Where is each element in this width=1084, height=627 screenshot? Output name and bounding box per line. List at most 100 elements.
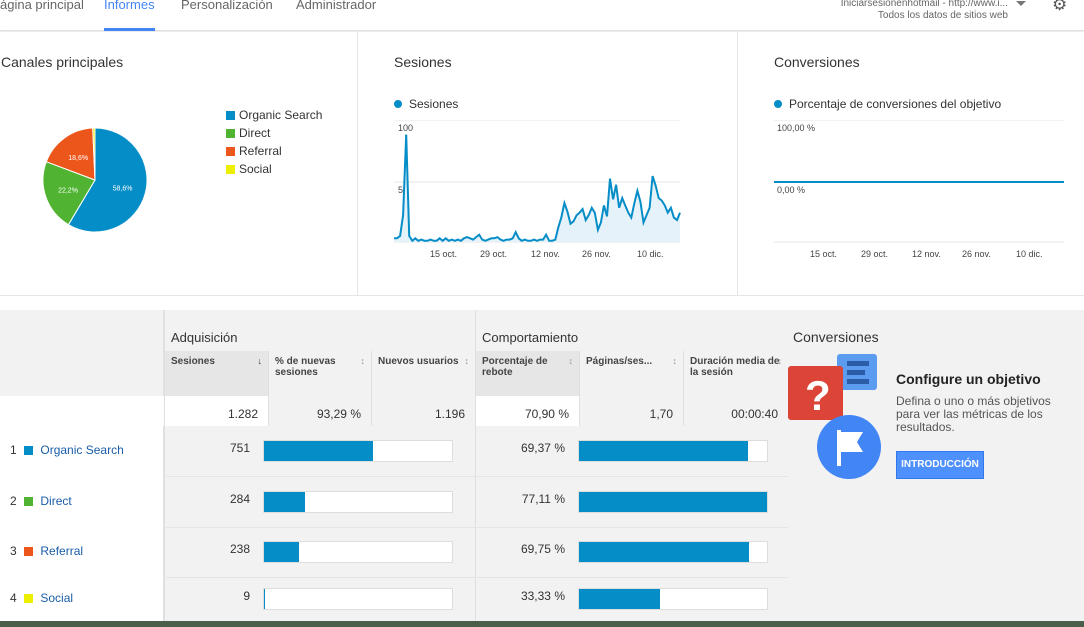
tab-reports[interactable]: Informes [104,0,155,31]
column-label: Páginas/ses... [586,356,653,367]
bounce-value: 69,75 % [520,542,565,556]
caret-down-icon[interactable] [1016,1,1026,6]
group-header-behavior: Comportamiento [475,310,788,351]
bounce-bar [578,541,768,563]
column-header-avg-duration[interactable]: Duración media de la sesión ↕ [683,351,788,396]
bounce-value: 69,37 % [520,441,565,455]
x-tick-label: 26 nov. [582,249,611,259]
sessions-value: 751 [229,441,250,455]
channels-title: Canales principales [1,54,124,70]
account-view: Todos los datos de sitios web [877,10,1008,21]
legend-organic-search[interactable]: Organic Search [226,108,322,122]
conversions-panel-title: Conversiones [793,329,879,345]
sessions-bar [263,588,453,610]
channel-cell: 2 Direct [0,494,164,508]
column-label: Duración media de la sesión [690,356,780,378]
sessions-line-chart [394,120,681,243]
total-new-sessions: 93,29 % [268,396,371,426]
legend-swatch-icon [226,147,235,156]
legend-referral[interactable]: Referral [226,144,282,158]
table-corner [0,310,164,396]
introduction-button[interactable]: INTRODUCCIÓN [896,451,984,479]
channel-color-icon [24,594,34,603]
channel-link[interactable]: Organic Search [40,443,123,457]
sort-icon: ↕ [464,356,470,366]
sessions-bar-fill [264,589,266,609]
legend-label: Sesiones [409,97,459,111]
legend-label: Direct [239,126,271,140]
goal-illustration-icon: ? [788,354,881,479]
column-header-pages-per-session[interactable]: Páginas/ses... ↕ [579,351,683,396]
sessions-card: Sesiones Sesiones 100 50 15 oct. 29 oct.… [358,32,737,296]
svg-text:?: ? [805,372,831,419]
x-tick-label: 29 oct. [480,249,508,259]
sort-icon: ↕ [360,356,366,366]
sessions-bar-fill [264,441,374,461]
account-name: Iniciarsesionenhotmail - http://www.i... [840,0,1008,9]
channel-link[interactable]: Referral [40,544,83,558]
legend-social[interactable]: Social [226,162,272,176]
channel-cell: 1 Organic Search [0,443,164,457]
x-tick-label: 12 nov. [912,249,941,259]
total-avg-duration: 00:00:40 [683,396,788,426]
series-dot-icon [394,100,402,108]
legend-label: Porcentaje de conversiones del objetivo [789,97,1002,111]
sessions-bar [263,541,453,563]
bounce-bar-fill [579,492,767,512]
legend-swatch-icon [226,165,235,174]
legend-label: Social [239,162,272,176]
bounce-bar-fill [579,542,750,562]
tab-admin[interactable]: Administrador [296,0,376,31]
channels-pie-chart: 58,6% 22,2% 18,6% [42,127,148,233]
sessions-bar-fill [264,542,299,562]
column-header-new-sessions[interactable]: % de nuevas sesiones ↕ [268,351,371,396]
x-tick-label: 12 nov. [531,249,560,259]
sort-icon: ↕ [672,356,678,366]
tab-home[interactable]: ágina principal [0,0,84,31]
row-index: 3 [10,544,17,558]
conversions-title: Conversiones [774,54,860,70]
channel-link[interactable]: Direct [40,494,71,508]
x-tick-label: 26 nov. [962,249,991,259]
column-label: Sesiones [171,356,215,367]
sessions-bar-fill [264,492,306,512]
series-dot-icon [774,100,782,108]
bounce-bar [578,440,768,462]
channel-color-icon [24,497,34,506]
configure-goal-heading: Configure un objetivo [896,371,1041,387]
top-navigation: ágina principal Informes Personalización… [0,0,1084,31]
group-header-acquisition: Adquisición [164,310,475,351]
sessions-legend[interactable]: Sesiones [394,97,458,111]
slice-label: 58,6% [113,186,133,193]
legend-direct[interactable]: Direct [226,126,270,140]
bounce-bar-fill [579,441,749,461]
x-tick-label: 29 oct. [861,249,889,259]
channels-card: Canales principales 58,6% 22,2% 18,6% Orga… [0,32,357,296]
column-label: Porcentaje de rebote [482,356,548,378]
row-index: 4 [10,591,17,605]
sessions-title: Sesiones [394,54,452,70]
column-header-sessions[interactable]: Sesiones ↓ [164,351,268,396]
total-pages-per-session: 1,70 [579,396,683,426]
channel-cell: 3 Referral [0,544,164,558]
x-tick-label: 10 dic. [1016,249,1043,259]
gear-icon[interactable]: ⚙ [1052,0,1067,15]
column-header-new-users[interactable]: Nuevos usuarios ↕ [371,351,475,396]
bounce-bar [578,588,768,610]
channel-link[interactable]: Social [40,591,73,605]
column-header-bounce-rate[interactable]: Porcentaje de rebote ↕ [475,351,579,396]
tab-customization[interactable]: Personalización [181,0,273,31]
sessions-value: 238 [229,542,250,556]
slice-label: 18,6% [68,155,88,162]
total-new-users: 1.196 [371,396,475,426]
bounce-value: 33,33 % [520,589,565,603]
conversions-legend[interactable]: Porcentaje de conversiones del objetivo [774,97,1001,111]
row-index: 2 [10,494,17,508]
x-tick-label: 15 oct. [810,249,838,259]
x-tick-label: 10 dic. [637,249,664,259]
sessions-bar [263,491,453,513]
row-index: 1 [10,443,17,457]
sessions-value: 284 [229,492,250,506]
account-selector[interactable]: Iniciarsesionenhotmail - http://www.i...… [841,0,1008,22]
column-label: % de nuevas sesiones [275,356,336,378]
